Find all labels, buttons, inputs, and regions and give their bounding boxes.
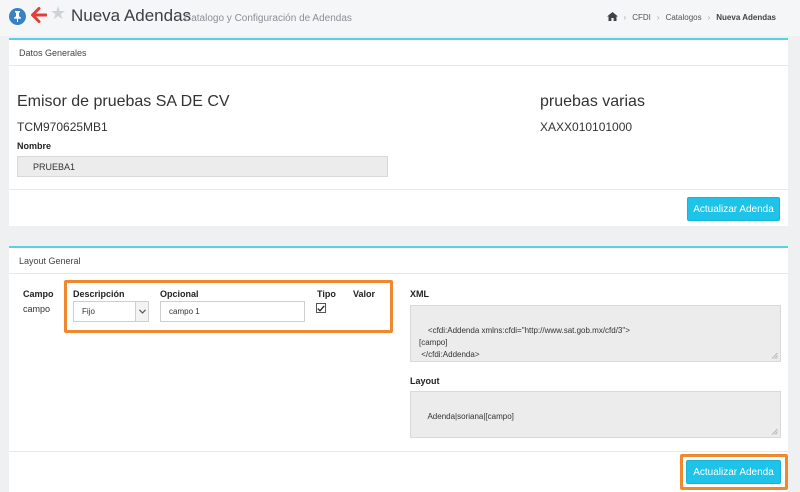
breadcrumb: › CFDI › Catalogos › Nueva Adendas [606, 12, 776, 23]
back-arrow-icon[interactable] [31, 7, 48, 26]
nombre-label: Nombre [17, 141, 52, 151]
nombre-input[interactable]: PRUEBA1 [17, 156, 388, 177]
resize-grip-icon[interactable] [771, 428, 778, 435]
column-header-campo: Campo [23, 289, 54, 299]
star-icon[interactable]: ★ [50, 5, 66, 23]
panel-heading: Layout General [9, 248, 788, 274]
layout-value: Adenda|soriana|[campo] [427, 412, 514, 421]
check-icon [317, 304, 325, 312]
layout-label: Layout [410, 376, 440, 386]
opcional-input[interactable]: campo 1 [160, 301, 305, 322]
breadcrumb-item-cfdi[interactable]: CFDI [632, 13, 651, 22]
panel-divider [9, 189, 788, 190]
emisor-rfc: TCM970625MB1 [17, 120, 108, 134]
xml-label: XML [410, 289, 429, 299]
descripcion-select[interactable]: Fijo [73, 301, 149, 322]
campo-value: campo [23, 304, 51, 314]
datos-generales-panel: Datos Generales Emisor de pruebas SA DE … [9, 38, 788, 226]
actualizar-adenda-button[interactable]: Actualizar Adenda [687, 197, 780, 221]
column-header-valor: Valor [353, 289, 376, 299]
breadcrumb-separator: › [623, 13, 627, 22]
resize-grip-icon[interactable] [771, 352, 778, 359]
chevron-down-icon[interactable] [135, 302, 148, 321]
column-header-tipo: Tipo [317, 289, 336, 299]
actualizar-adenda-button[interactable]: Actualizar Adenda [686, 460, 781, 484]
page-subtitle: Catalogo y Configuración de Adendas [184, 13, 352, 24]
panel-divider [9, 451, 788, 452]
xml-value: <cfdi:Addenda xmlns:cfdi="http://www.sat… [419, 326, 630, 359]
column-header-opcional: Opcional [160, 289, 199, 299]
tipo-checkbox[interactable] [316, 303, 326, 313]
home-icon[interactable] [606, 12, 618, 23]
layout-textarea[interactable]: Adenda|soriana|[campo] [410, 391, 781, 438]
emisor-name: Emisor de pruebas SA DE CV [17, 93, 230, 110]
layout-general-panel: Layout General Campo campo Descripción O… [9, 246, 788, 492]
breadcrumb-separator: › [707, 13, 711, 22]
xml-textarea[interactable]: <cfdi:Addenda xmlns:cfdi="http://www.sat… [410, 305, 781, 362]
panel-heading: Datos Generales [9, 40, 788, 66]
breadcrumb-separator: › [656, 13, 660, 22]
pin-icon[interactable] [9, 8, 26, 25]
top-bar: ★ Nueva Adendas Catalogo y Configuración… [0, 0, 800, 36]
breadcrumb-item-current: Nueva Adendas [716, 13, 776, 22]
receptor-rfc: XAXX010101000 [540, 120, 633, 134]
receptor-name: pruebas varias [540, 93, 645, 110]
column-header-descripcion: Descripción [73, 289, 125, 299]
descripcion-selected-value: Fijo [82, 307, 95, 316]
page-title: Nueva Adendas [71, 6, 192, 25]
breadcrumb-item-catalogos[interactable]: Catalogos [666, 13, 702, 22]
